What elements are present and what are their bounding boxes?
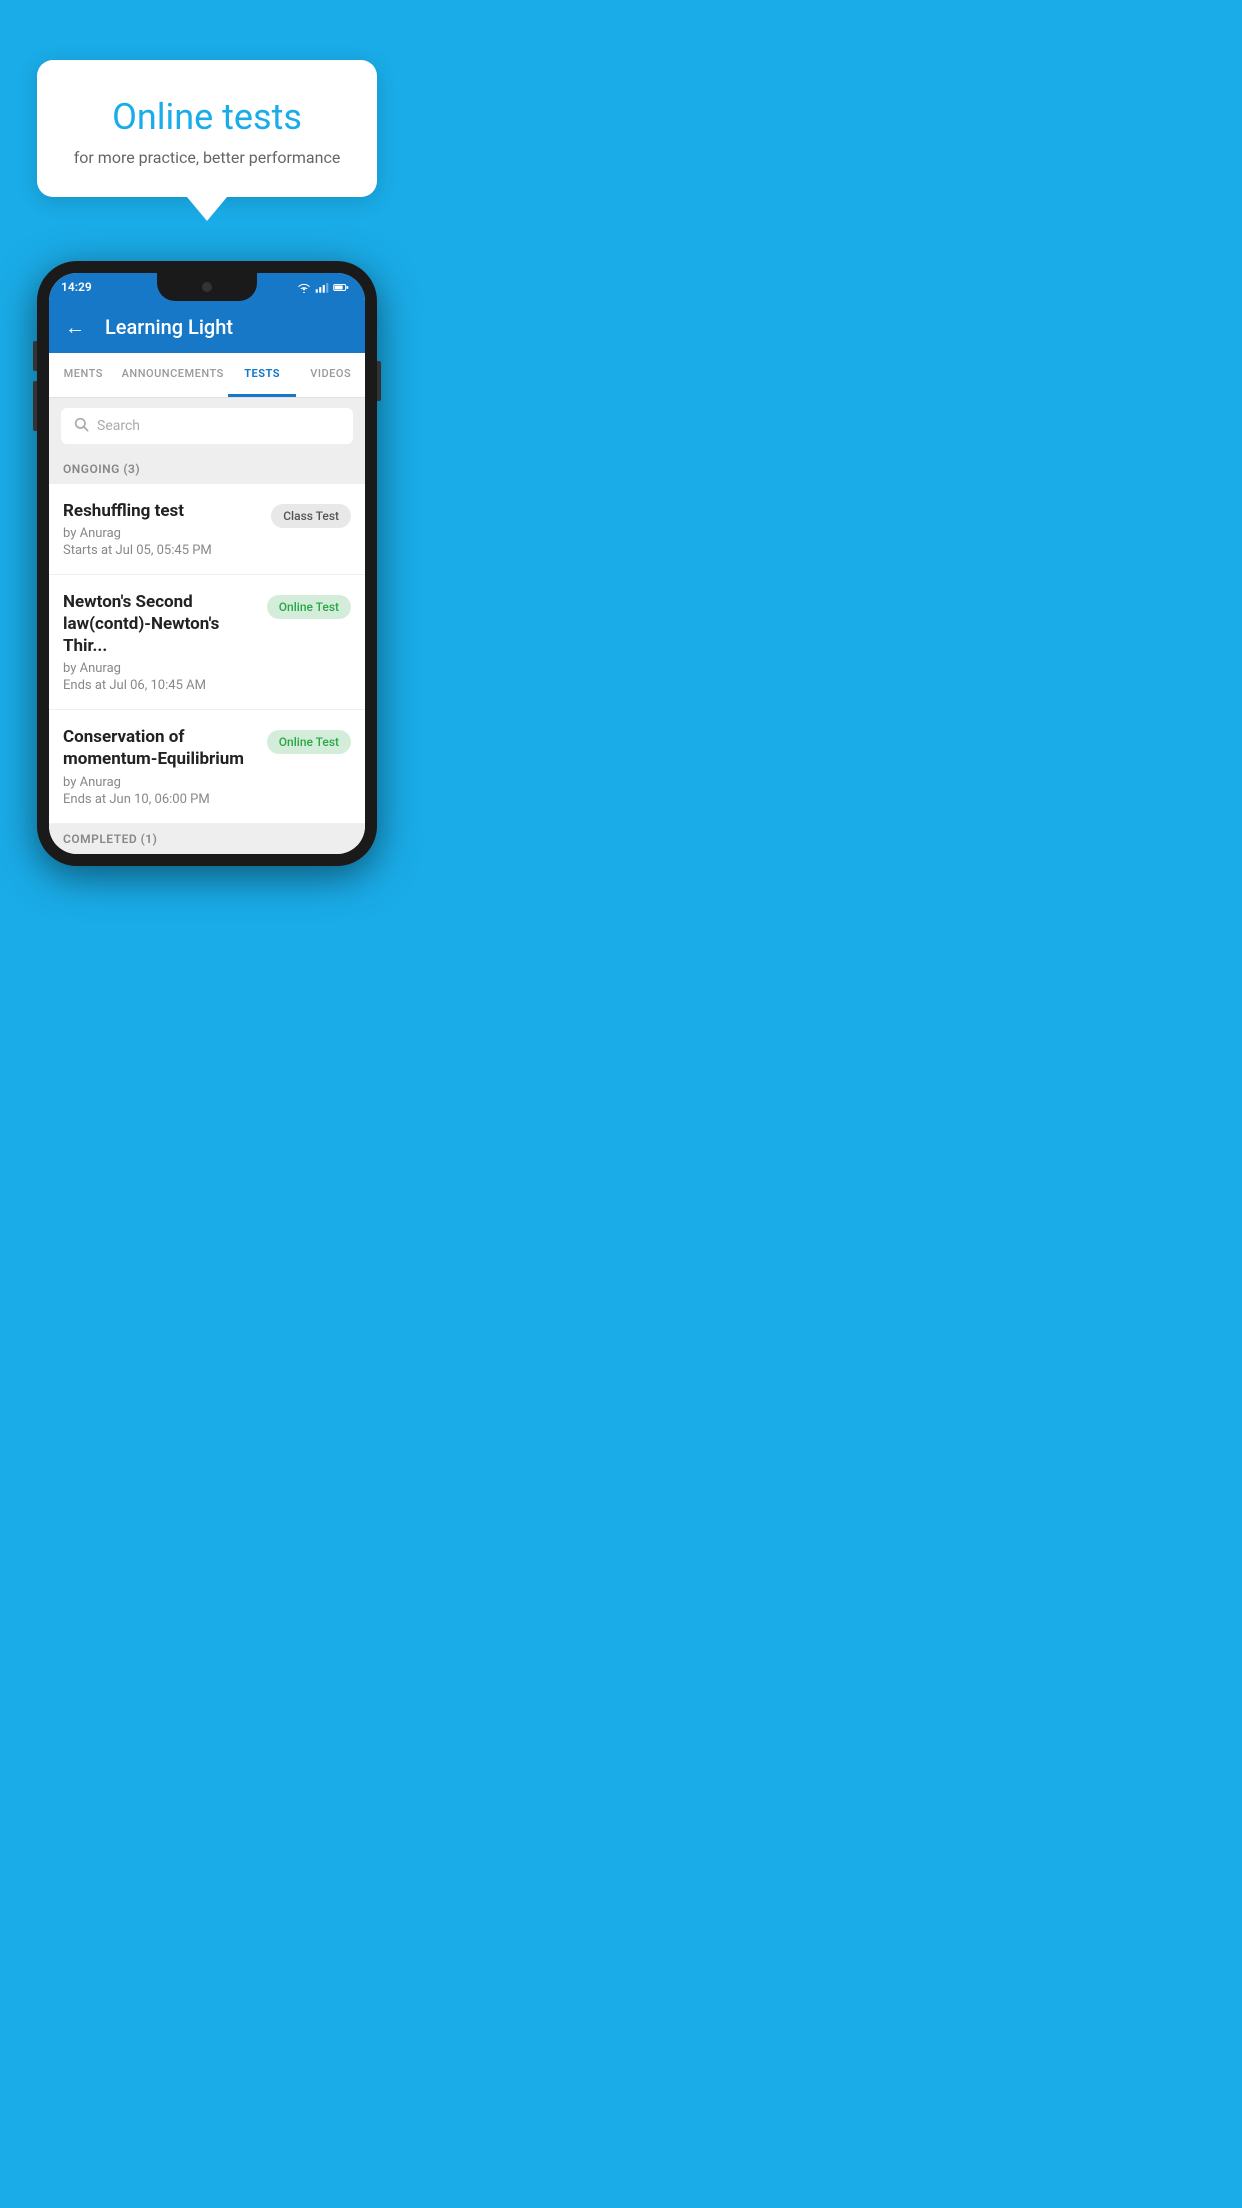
tab-tests[interactable]: TESTS <box>228 353 297 397</box>
test-info-1: Reshuffling test by Anurag Starts at Jul… <box>63 500 261 558</box>
phone-outer: 14:29 <box>37 261 377 866</box>
test-info-3: Conservation of momentum-Equilibrium by … <box>63 726 257 806</box>
tabs-bar: MENTS ANNOUNCEMENTS TESTS VIDEOS <box>49 353 365 398</box>
test-title-3: Conservation of momentum-Equilibrium <box>63 726 257 770</box>
test-by-2: by Anurag <box>63 661 257 676</box>
volume-down-button <box>33 381 37 431</box>
test-list: Reshuffling test by Anurag Starts at Jul… <box>49 484 365 824</box>
tab-ments[interactable]: MENTS <box>49 353 118 397</box>
tab-videos[interactable]: VIDEOS <box>296 353 365 397</box>
search-placeholder: Search <box>97 418 140 434</box>
phone-screen: 14:29 <box>49 273 365 854</box>
status-icons <box>297 282 349 293</box>
status-time: 14:29 <box>61 280 92 294</box>
speech-bubble: Online tests for more practice, better p… <box>37 60 377 197</box>
test-badge-1: Class Test <box>271 504 351 528</box>
search-icon <box>73 416 89 436</box>
signal-icon <box>315 282 329 293</box>
test-badge-2: Online Test <box>267 595 351 619</box>
test-badge-3: Online Test <box>267 730 351 754</box>
back-button[interactable]: ← <box>65 315 85 340</box>
app-bar: ← Learning Light <box>49 301 365 353</box>
volume-up-button <box>33 341 37 371</box>
front-camera <box>202 282 212 292</box>
speech-bubble-container: Online tests for more practice, better p… <box>37 60 377 221</box>
app-bar-title: Learning Light <box>105 315 233 339</box>
wifi-icon <box>297 282 311 293</box>
test-info-2: Newton's Second law(contd)-Newton's Thir… <box>63 591 257 693</box>
ongoing-section-header: ONGOING (3) <box>49 454 365 484</box>
search-container: Search <box>49 398 365 454</box>
test-date-3: Ends at Jun 10, 06:00 PM <box>63 792 257 807</box>
speech-bubble-title: Online tests <box>67 96 347 138</box>
battery-icon <box>333 282 349 293</box>
speech-bubble-subtitle: for more practice, better performance <box>67 148 347 167</box>
search-box[interactable]: Search <box>61 408 353 444</box>
test-by-1: by Anurag <box>63 526 261 541</box>
power-button <box>377 361 381 401</box>
phone-notch <box>157 273 257 301</box>
phone-wrapper: 14:29 <box>37 261 377 866</box>
test-title-2: Newton's Second law(contd)-Newton's Thir… <box>63 591 257 657</box>
test-date-2: Ends at Jul 06, 10:45 AM <box>63 678 257 693</box>
tab-announcements[interactable]: ANNOUNCEMENTS <box>118 353 228 397</box>
test-item[interactable]: Conservation of momentum-Equilibrium by … <box>49 710 365 823</box>
speech-bubble-arrow <box>187 197 227 221</box>
test-item[interactable]: Reshuffling test by Anurag Starts at Jul… <box>49 484 365 575</box>
test-by-3: by Anurag <box>63 775 257 790</box>
completed-section-header: COMPLETED (1) <box>49 824 365 854</box>
test-date-1: Starts at Jul 05, 05:45 PM <box>63 543 261 558</box>
test-title-1: Reshuffling test <box>63 500 261 522</box>
test-item[interactable]: Newton's Second law(contd)-Newton's Thir… <box>49 575 365 710</box>
